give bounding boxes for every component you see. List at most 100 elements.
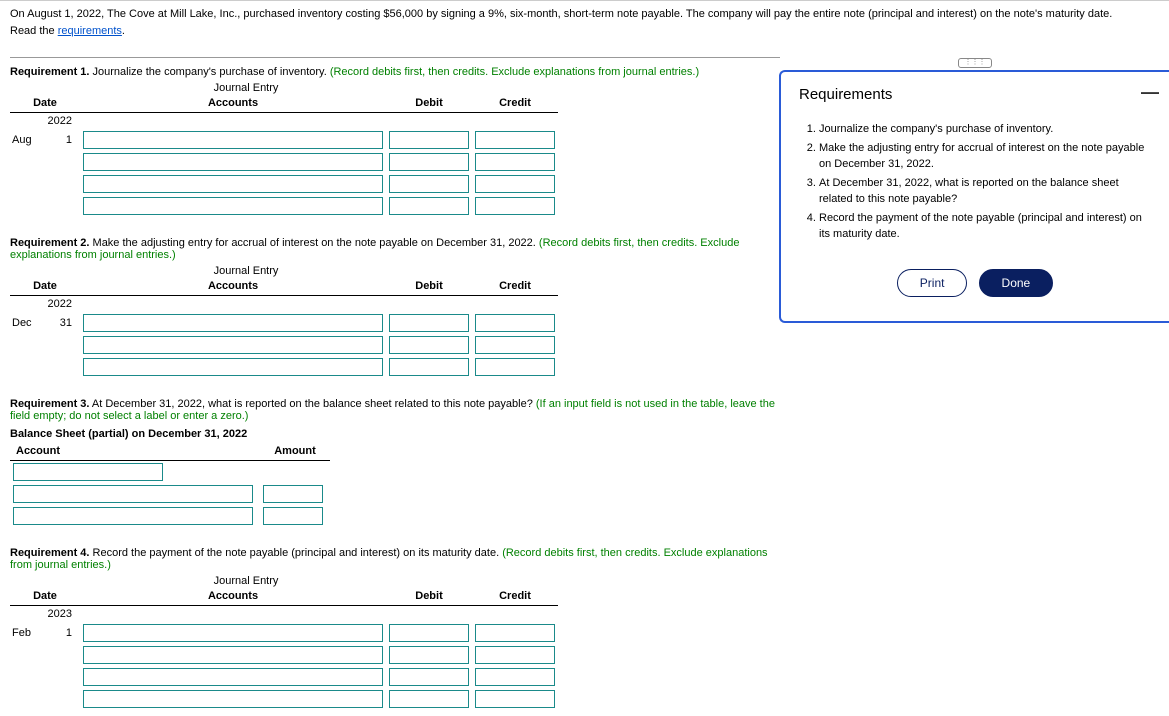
requirements-link[interactable]: requirements [58,25,122,37]
req2-account-input-2[interactable] [83,336,383,354]
req2-account-input-1[interactable] [83,314,383,332]
req3-col-amount: Amount [260,442,330,461]
req4-col-date: Date [10,587,80,606]
panel-title: Requirements [799,86,1151,103]
list-item: Make the adjusting entry for accrual of … [819,140,1151,173]
list-item: Record the payment of the note payable (… [819,210,1151,243]
req3-text: At December 31, 2022, what is reported o… [89,398,535,410]
req2-debit-input-3[interactable] [389,358,469,376]
problem-intro: On August 1, 2022, The Cove at Mill Lake… [10,6,1159,39]
done-button[interactable]: Done [979,269,1054,297]
req2-col-accounts: Accounts [80,277,386,296]
req1-account-input-2[interactable] [83,153,383,171]
req4-year: 2023 [42,606,80,623]
req4-je-title: Journal Entry [36,575,456,587]
req3-account-input-1[interactable] [13,463,163,481]
req4-col-accounts: Accounts [80,587,386,606]
req2-year: 2022 [42,296,80,313]
req2-journal-table: Date Accounts Debit Credit 2022 Dec 31 [10,277,558,378]
req4-day: 1 [42,622,80,644]
table-row: Aug 1 [10,129,558,151]
req2-credit-input-3[interactable] [475,358,555,376]
req4-text: Record the payment of the note payable (… [89,547,502,559]
list-item: Journalize the company's purchase of inv… [819,121,1151,138]
req3-amount-input-2[interactable] [263,485,323,503]
req4-debit-input-3[interactable] [389,668,469,686]
req1-col-date: Date [10,94,80,113]
req1-debit-input-3[interactable] [389,175,469,193]
req2-col-date: Date [10,277,80,296]
table-row [10,195,558,217]
req1-hint: (Record debits first, then credits. Excl… [330,66,699,78]
requirement-2-line: Requirement 2. Make the adjusting entry … [10,237,790,261]
table-row [10,173,558,195]
req2-credit-input-2[interactable] [475,336,555,354]
req4-col-credit: Credit [472,587,558,606]
req1-credit-input-2[interactable] [475,153,555,171]
table-row [10,688,558,710]
table-row [10,356,558,378]
req4-account-input-1[interactable] [83,624,383,642]
req1-text: Journalize the company's purchase of inv… [89,66,329,78]
intro-read: Read the [10,25,58,37]
req1-col-accounts: Accounts [80,94,386,113]
req2-debit-input-1[interactable] [389,314,469,332]
minimize-icon[interactable]: — [1141,82,1159,103]
req4-account-input-3[interactable] [83,668,383,686]
requirements-list: Journalize the company's purchase of inv… [799,121,1151,243]
req1-label: Requirement 1. [10,66,89,78]
req1-year: 2022 [42,113,80,130]
req1-journal-table: Date Accounts Debit Credit 2022 Aug 1 [10,94,558,217]
req1-day: 1 [42,129,80,151]
req2-day: 31 [42,312,80,334]
req2-label: Requirement 2. [10,237,89,249]
print-button[interactable]: Print [897,269,968,297]
req3-bs-title: Balance Sheet (partial) on December 31, … [10,428,790,440]
separator [10,57,780,58]
req1-account-input-1[interactable] [83,131,383,149]
req4-month: Feb [10,622,42,644]
table-row: Dec 31 [10,312,558,334]
req1-col-credit: Credit [472,94,558,113]
req1-je-title: Journal Entry [36,82,456,94]
req2-debit-input-2[interactable] [389,336,469,354]
panel-drag-handle[interactable]: ⋮⋮⋮ [958,58,992,68]
req4-credit-input-1[interactable] [475,624,555,642]
req1-credit-input-3[interactable] [475,175,555,193]
table-row [10,666,558,688]
req3-account-input-2[interactable] [13,485,253,503]
req1-credit-input-4[interactable] [475,197,555,215]
req1-credit-input-1[interactable] [475,131,555,149]
table-row [10,334,558,356]
req1-debit-input-4[interactable] [389,197,469,215]
req2-col-credit: Credit [472,277,558,296]
req3-label: Requirement 3. [10,398,89,410]
req4-label: Requirement 4. [10,547,89,559]
req4-credit-input-3[interactable] [475,668,555,686]
req1-month: Aug [10,129,42,151]
req2-je-title: Journal Entry [36,265,456,277]
requirement-3-line: Requirement 3. At December 31, 2022, wha… [10,398,790,422]
req3-col-account: Account [10,442,260,461]
req1-col-debit: Debit [386,94,472,113]
top-border [0,0,1169,1]
list-item: At December 31, 2022, what is reported o… [819,175,1151,208]
req4-col-debit: Debit [386,587,472,606]
req1-account-input-3[interactable] [83,175,383,193]
table-row [10,461,330,484]
req3-account-input-3[interactable] [13,507,253,525]
req1-debit-input-1[interactable] [389,131,469,149]
requirements-panel: ⋮⋮⋮ — Requirements Journalize the compan… [779,70,1169,323]
table-row [10,644,558,666]
req1-account-input-4[interactable] [83,197,383,215]
req3-amount-input-3[interactable] [263,507,323,525]
req2-account-input-3[interactable] [83,358,383,376]
req1-debit-input-2[interactable] [389,153,469,171]
req4-debit-input-1[interactable] [389,624,469,642]
req2-month: Dec [10,312,42,334]
req4-debit-input-4[interactable] [389,690,469,708]
table-row: Feb 1 [10,622,558,644]
req4-credit-input-4[interactable] [475,690,555,708]
req4-account-input-4[interactable] [83,690,383,708]
req2-credit-input-1[interactable] [475,314,555,332]
